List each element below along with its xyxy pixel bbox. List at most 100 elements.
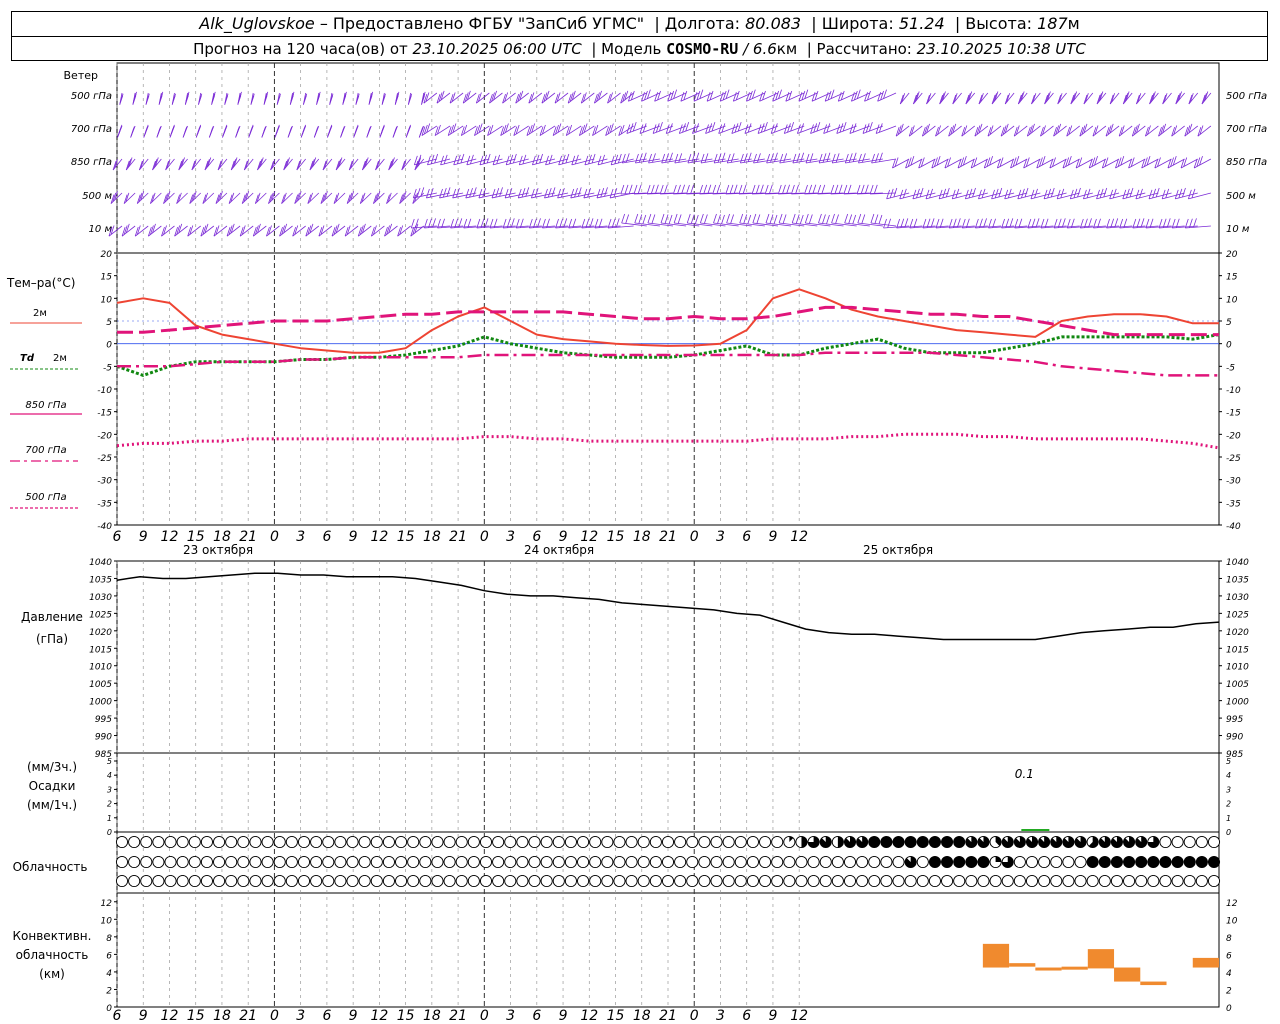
wind-barb-staff bbox=[571, 158, 595, 166]
wind-barb-feather bbox=[647, 213, 652, 224]
wind-barb-feather bbox=[848, 153, 853, 163]
wind-barb-feather bbox=[699, 213, 704, 224]
cloud-octa-circle bbox=[601, 855, 614, 869]
time-tick-label: 0 bbox=[690, 1008, 699, 1024]
cloud-octa-symbol bbox=[128, 855, 141, 869]
cloud-octa-symbol bbox=[346, 855, 359, 869]
wind-barb-feather bbox=[978, 189, 982, 199]
wind-barb-feather bbox=[726, 153, 731, 164]
cloud-octa-circle bbox=[140, 835, 153, 849]
cloud-octa-symbol bbox=[734, 874, 747, 888]
wind-barb-staff bbox=[1162, 192, 1185, 200]
precip-ytick-right: 0 bbox=[1226, 828, 1231, 837]
cloud-octa-circle bbox=[661, 835, 675, 849]
cloud-octa-symbol bbox=[868, 835, 881, 849]
cloud-octa-symbol bbox=[856, 855, 869, 869]
wind-barb-feather bbox=[678, 153, 683, 163]
cloud-octa-symbol bbox=[358, 874, 371, 888]
wind-barb-feather bbox=[479, 155, 484, 165]
wind-barb-staff bbox=[426, 192, 451, 199]
temp-ytick-right: -20 bbox=[1226, 431, 1241, 441]
time-tick-label: 18 bbox=[633, 1008, 651, 1024]
cloud-octa-symbol bbox=[613, 874, 626, 888]
pressure-ytick-left: 1030 bbox=[89, 593, 112, 603]
temp-ytick-left: 0 bbox=[106, 341, 112, 351]
cloud-octa-symbol bbox=[819, 855, 832, 869]
temp-ytick-right: 0 bbox=[1226, 341, 1232, 351]
wind-barb-feather bbox=[753, 153, 757, 164]
wind-barb-feather bbox=[596, 188, 601, 199]
cloud-octa-circle bbox=[552, 874, 565, 888]
wind-barb-staff bbox=[1004, 92, 1015, 105]
wind-barb-staff bbox=[296, 158, 306, 171]
wind-barb-feather bbox=[1056, 189, 1061, 199]
cloud-octa-circle bbox=[455, 874, 468, 888]
cloud-octa-symbol bbox=[771, 855, 784, 869]
cloud-octa-circle bbox=[1183, 874, 1196, 888]
wind-barb-feather bbox=[664, 214, 669, 224]
legend-td-label: Td bbox=[20, 353, 35, 364]
cloud-octa-symbol bbox=[892, 874, 905, 888]
temp-ytick-left: -15 bbox=[97, 409, 112, 419]
wind-barb-feather bbox=[1122, 189, 1127, 199]
cloud-octa-symbol bbox=[1050, 855, 1063, 869]
wind-barb-feather bbox=[764, 184, 769, 195]
cloud-octa-fill bbox=[892, 836, 905, 848]
cloud-octa-circle bbox=[492, 835, 505, 849]
wind-level-label-left: 500 м bbox=[82, 191, 112, 202]
wind-barb-feather bbox=[677, 184, 681, 194]
cloud-octa-symbol bbox=[225, 874, 238, 888]
cloud-octa-symbol bbox=[601, 835, 614, 849]
wind-barb-staff bbox=[819, 158, 844, 164]
cloud-octa-symbol bbox=[455, 874, 468, 888]
wind-barb-feather bbox=[407, 124, 411, 134]
cloud-octa-circle bbox=[686, 855, 699, 869]
wind-barb-staff bbox=[375, 158, 385, 171]
time-tick-label: 18 bbox=[423, 529, 441, 545]
cloud-octa-circle bbox=[115, 874, 129, 888]
cloud-octa-fill bbox=[1147, 856, 1159, 868]
cloud-octa-circle bbox=[795, 855, 808, 869]
day-label: 23 октября bbox=[183, 543, 253, 557]
wind-barb-staff bbox=[660, 222, 687, 227]
wind-barb-feather bbox=[919, 187, 924, 198]
wind-barb-staff bbox=[766, 158, 792, 164]
cloud-octa-symbol bbox=[443, 835, 456, 849]
cloud-octa-symbol bbox=[431, 835, 444, 849]
wind-barb-feather bbox=[743, 214, 748, 224]
cloud-octa-symbol bbox=[164, 855, 177, 869]
time-tick-label: 9 bbox=[139, 1008, 148, 1024]
wind-barb-feather bbox=[539, 153, 543, 164]
time-tick-label: 15 bbox=[187, 1008, 205, 1024]
wind-barb-staff bbox=[139, 158, 149, 171]
cloud-octa-circle bbox=[892, 855, 905, 869]
pressure-ytick-right: 1000 bbox=[1226, 698, 1249, 708]
cloud-octa-circle bbox=[625, 874, 638, 888]
wind-barb-feather bbox=[1187, 189, 1192, 199]
wind-barb-feather bbox=[861, 214, 866, 224]
wind-barb-feather bbox=[565, 153, 570, 164]
wind-barb-staff bbox=[1122, 192, 1146, 200]
wind-barb-feather bbox=[249, 124, 254, 134]
cloud-octa-symbol bbox=[273, 855, 286, 869]
wind-barb-staff bbox=[899, 92, 910, 105]
cloud-octa-circle bbox=[698, 855, 711, 869]
cloud-octa-circle bbox=[479, 835, 493, 849]
wind-barb-feather bbox=[739, 213, 744, 224]
cloud-octa-circle bbox=[115, 855, 129, 869]
wind-barb-staff bbox=[519, 158, 542, 166]
wind-barb-staff bbox=[713, 222, 739, 227]
cloud-octa-circle bbox=[346, 874, 359, 888]
cloud-octa-circle bbox=[661, 855, 675, 869]
cloud-octa-symbol bbox=[795, 855, 808, 869]
cloud-octa-symbol bbox=[443, 855, 456, 869]
cloud-octa-symbol bbox=[892, 835, 905, 849]
wind-barb-feather bbox=[1178, 188, 1183, 199]
cloud-octa-circle bbox=[164, 855, 177, 869]
cloud-octa-symbol bbox=[492, 874, 505, 888]
wind-barb-feather bbox=[591, 153, 596, 164]
cloud-octa-symbol bbox=[710, 835, 723, 849]
cloud-octa-symbol bbox=[601, 874, 614, 888]
wind-barb-feather bbox=[499, 187, 503, 197]
temp-ytick-left: 10 bbox=[101, 295, 113, 305]
